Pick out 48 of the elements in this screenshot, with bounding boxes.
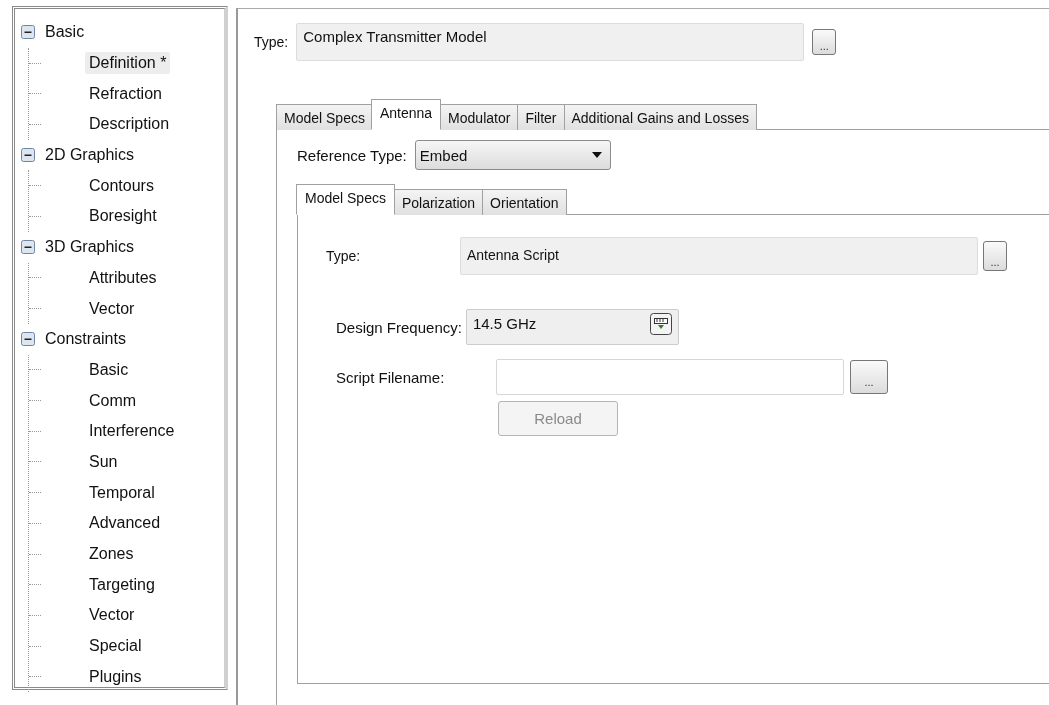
tab[interactable]: Model Specs [276,104,373,130]
design-frequency-label: Design Frequency: [336,318,462,336]
antenna-type-field: Antenna Script [460,237,978,275]
tree-item[interactable]: Sun [85,450,122,473]
tree-item[interactable]: Boresight [85,205,161,228]
tree-item[interactable]: Vector [85,297,139,320]
tab[interactable]: Additional Gains and Losses [563,104,757,130]
tree-item[interactable]: Temporal [85,481,159,504]
tree-item[interactable]: Targeting [85,573,159,596]
reference-type-dropdown[interactable]: Embed [414,140,611,170]
tree-item[interactable]: Contours [85,174,158,197]
browse-button[interactable]: ... [983,241,1007,271]
type-field: Complex Transmitter Model [296,23,805,61]
tree-item[interactable]: Zones [85,543,138,566]
tree-item[interactable]: Basic [41,21,89,44]
antenna-type-label: Type: [326,248,362,264]
tree-item[interactable]: Refraction [85,82,166,105]
tree-item[interactable]: Comm [85,389,141,412]
tab[interactable]: Filter [517,104,565,130]
tab[interactable]: Orientation [482,189,567,215]
collapse-icon[interactable] [21,148,35,163]
tree-item[interactable]: Special [85,635,146,658]
tab[interactable]: Polarization [393,189,484,215]
collapse-icon[interactable] [21,240,35,255]
tree-item[interactable]: Vector [85,604,139,627]
design-frequency-field[interactable]: 14.5 GHz [465,309,679,345]
tab[interactable]: Model Specs [296,184,395,215]
reference-type-label: Reference Type: [297,146,407,164]
tree-item[interactable]: Interference [85,420,179,443]
tree-item[interactable]: Definition * [85,52,171,75]
tree-item[interactable]: Plugins [85,665,146,688]
tree-item[interactable]: Basic [85,358,133,381]
tree-item[interactable]: Description [85,113,174,136]
tab[interactable]: Antenna [370,99,442,130]
collapse-icon[interactable] [21,25,35,40]
browse-button[interactable]: ... [812,29,837,55]
tree-item[interactable]: Attributes [85,266,161,289]
tree-item[interactable]: 3D Graphics [41,236,138,259]
tree-item[interactable]: 2D Graphics [41,144,138,167]
browse-button[interactable]: ... [850,360,888,394]
tree-item[interactable]: Advanced [85,512,165,535]
type-label: Type: [254,34,289,50]
tab[interactable]: Modulator [440,104,519,130]
script-filename-field[interactable] [496,359,844,395]
caret-icon [591,152,602,158]
script-filename-label: Script Filename: [336,368,446,386]
tree-item[interactable]: Constraints [41,328,130,351]
collapse-icon[interactable] [21,332,35,347]
